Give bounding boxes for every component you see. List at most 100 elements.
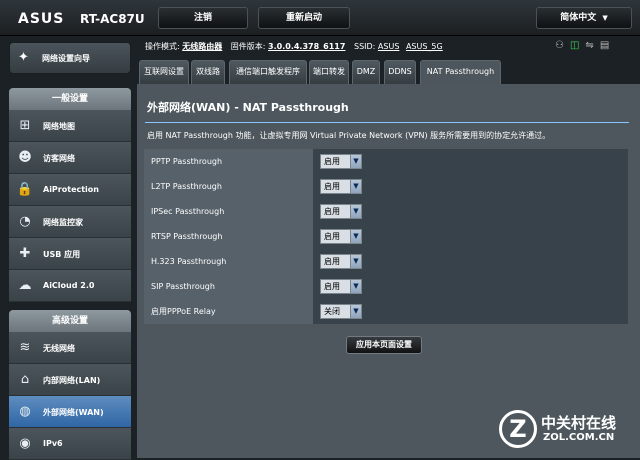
wifi-icon: ≋ (19, 340, 31, 355)
title-divider (145, 122, 629, 123)
sidebar-item-puzzle[interactable]: ✚ USB 应用 (9, 238, 131, 270)
sidebar-item-label: 访客网络 (43, 154, 75, 163)
mode-label: 操作模式: (145, 42, 180, 51)
sidebar-item-lock[interactable]: 🔒 AiProtection (9, 174, 131, 206)
sidebar-item-label: 网络监控家 (43, 218, 83, 227)
sidebar-item-label: USB 应用 (43, 250, 81, 259)
setting-select-value: 启用 (324, 207, 340, 216)
sidebar: ✦ 网络设置向导 一般设置 ⊞ 网络地图 ☻ 访客网络 🔒 AiProtection ◔ 网络… (0, 36, 137, 460)
top-bar: ASUS RT-AC87U 注销 重新启动 简体中文 ▼ (0, 0, 640, 36)
ssid-link-1[interactable]: ASUS (378, 42, 399, 51)
guest-network-icon: ☻ (18, 150, 32, 165)
reboot-button[interactable]: 重新启动 (258, 7, 350, 29)
chevron-down-icon: ▼ (350, 205, 361, 218)
ipv6-globe-icon: ◉ (19, 436, 31, 451)
globe-icon: ◍ (19, 404, 31, 419)
setting-value-cell: 关闭 ▼ (313, 299, 628, 324)
sidebar-item-guest-network[interactable]: ☻ 访客网络 (9, 142, 131, 174)
setting-label: 启用PPPoE Relay (144, 299, 313, 324)
setting-label: SIP Passthrough (144, 274, 313, 299)
tab-3[interactable]: 通信端口触发程序 (229, 60, 307, 84)
sidebar-item-gauge[interactable]: ◔ 网络监控家 (9, 206, 131, 238)
setting-select-value: 启用 (324, 182, 340, 191)
advanced-settings-heading: 高级设置 (9, 310, 131, 332)
logout-button[interactable]: 注销 (158, 7, 248, 29)
setting-select[interactable]: 启用 ▼ (320, 179, 362, 194)
ssid-label: SSID: (353, 42, 376, 51)
settings-row: L2TP Passthrough 启用 ▼ (144, 174, 628, 199)
setting-select[interactable]: 启用 ▼ (320, 154, 362, 169)
settings-row: IPSec Passthrough 启用 ▼ (144, 199, 628, 224)
setting-select[interactable]: 启用 ▼ (320, 229, 362, 244)
apply-button[interactable]: 应用本页面设置 (346, 336, 422, 354)
setting-select[interactable]: 关闭 ▼ (320, 304, 362, 319)
settings-row: 启用PPPoE Relay 关闭 ▼ (144, 299, 628, 324)
settings-row: H.323 Passthrough 启用 ▼ (144, 249, 628, 274)
setting-value-cell: 启用 ▼ (313, 149, 628, 174)
settings-row: PPTP Passthrough 启用 ▼ (144, 149, 628, 174)
setting-value-cell: 启用 ▼ (313, 174, 628, 199)
setting-select[interactable]: 启用 ▼ (320, 204, 362, 219)
chevron-down-icon: ▼ (350, 305, 361, 318)
setting-label: IPSec Passthrough (144, 199, 313, 224)
setting-label: RTSP Passthrough (144, 224, 313, 249)
tab-4[interactable]: 端口转发 (309, 60, 349, 84)
printer-icon[interactable]: ▤ (600, 40, 615, 51)
chevron-down-icon: ▼ (350, 230, 361, 243)
network-map-icon: ⊞ (19, 118, 31, 133)
chevron-down-icon: ▼ (350, 280, 361, 293)
sidebar-item-globe[interactable]: ◍ 外部网络(WAN) (9, 396, 131, 428)
brand-logo: ASUS (18, 11, 65, 27)
firmware-link[interactable]: 3.0.0.4.378_6117 (268, 42, 345, 51)
sidebar-item-network-map[interactable]: ⊞ 网络地图 (9, 110, 131, 142)
firmware-label: 固件版本: (230, 42, 266, 51)
setting-select-value: 启用 (324, 282, 340, 291)
settings-row: SIP Passthrough 启用 ▼ (144, 274, 628, 299)
watermark-url: ZOL.COM.CN (543, 432, 615, 443)
chevron-down-icon: ▼ (350, 180, 361, 193)
language-selector[interactable]: 简体中文 ▼ (536, 7, 632, 29)
chevron-down-icon: ▼ (602, 14, 608, 22)
setting-select[interactable]: 启用 ▼ (320, 254, 362, 269)
network-status-icon[interactable]: ◫ (570, 40, 585, 51)
home-icon: ⌂ (20, 372, 30, 387)
tab-6[interactable]: DDNS (384, 60, 416, 84)
setting-value-cell: 启用 ▼ (313, 224, 628, 249)
gauge-icon: ◔ (19, 214, 31, 229)
setting-select[interactable]: 启用 ▼ (320, 279, 362, 294)
content-area: 外部网络(WAN) - NAT Passthrough 启用 NAT Passt… (137, 84, 640, 458)
setting-select-value: 启用 (324, 157, 340, 166)
cloud-icon: ☁ (18, 278, 32, 293)
sidebar-item-home[interactable]: ⌂ 内部网络(LAN) (9, 364, 131, 396)
setup-wizard-button[interactable]: ✦ 网络设置向导 (9, 42, 131, 74)
usb-icon[interactable]: ⇋ (585, 40, 599, 51)
ssid-link-2[interactable]: ASUS_5G (406, 42, 443, 51)
main-panel: 操作模式: 无线路由器 固件版本: 3.0.0.4.378_6117 SSID:… (137, 36, 640, 458)
sidebar-item-cloud[interactable]: ☁ AiCloud 2.0 (9, 270, 131, 302)
settings-table: PPTP Passthrough 启用 ▼ L2TP Passthrough 启用 ▼ IP… (144, 149, 628, 324)
tab-5[interactable]: DMZ (352, 60, 380, 84)
sidebar-item-wifi[interactable]: ≋ 无线网络 (9, 332, 131, 364)
sidebar-item-ipv6-globe[interactable]: ◉ IPv6 (9, 428, 131, 460)
setting-label: L2TP Passthrough (144, 174, 313, 199)
tab-7[interactable]: NAT Passthrough (420, 60, 501, 84)
setting-select-value: 关闭 (324, 307, 340, 316)
sidebar-item-label: 无线网络 (43, 344, 75, 353)
mode-link[interactable]: 无线路由器 (182, 42, 222, 51)
watermark-title: 中关村在线 (541, 414, 617, 432)
sidebar-item-label: IPv6 (43, 439, 63, 448)
setting-label: PPTP Passthrough (144, 149, 313, 174)
language-label: 简体中文 (560, 13, 597, 23)
sidebar-item-label: 内部网络(LAN) (43, 376, 101, 385)
page-description: 启用 NAT Passthrough 功能，让虚拟专用网 Virtual Pri… (147, 131, 551, 140)
status-bar: 操作模式: 无线路由器 固件版本: 3.0.0.4.378_6117 SSID:… (145, 39, 447, 55)
wizard-label: 网络设置向导 (42, 54, 90, 63)
setting-label: H.323 Passthrough (144, 249, 313, 274)
chevron-down-icon: ▼ (350, 255, 361, 268)
puzzle-icon: ✚ (19, 246, 31, 261)
tab-1[interactable]: 互联网设置 (139, 60, 189, 84)
setting-value-cell: 启用 ▼ (313, 199, 628, 224)
users-icon[interactable]: ⚇ (555, 40, 570, 51)
sidebar-item-label: 外部网络(WAN) (43, 408, 104, 417)
tab-2[interactable]: 双线路 (191, 60, 225, 84)
